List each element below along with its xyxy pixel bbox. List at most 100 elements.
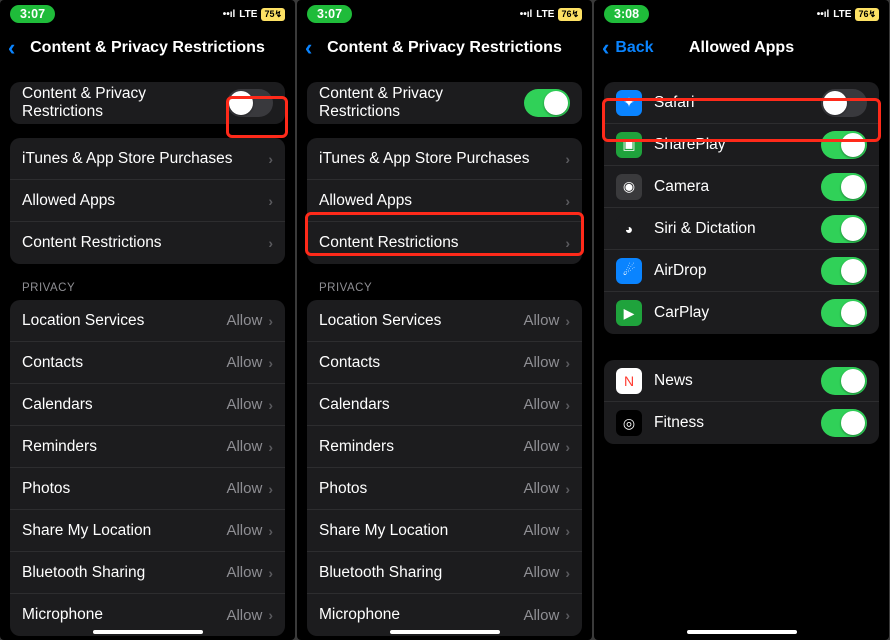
network-label: LTE (833, 9, 851, 20)
privacy-row-share-my-location[interactable]: Share My LocationAllow› (10, 510, 285, 552)
privacy-row-calendars[interactable]: CalendarsAllow › (307, 384, 582, 426)
nav-row-itunes-app-store-purchases[interactable]: iTunes & App Store Purchases› (307, 138, 582, 180)
nav-row-content-restrictions[interactable]: Content Restrictions› (307, 222, 582, 264)
app-row-fitness[interactable]: ◎Fitness (604, 402, 879, 444)
row-label: CarPlay (654, 304, 821, 322)
row-label: Content & Privacy Restrictions (22, 85, 227, 121)
privacy-row-contacts[interactable]: ContactsAllow› (10, 342, 285, 384)
row-label: SharePlay (654, 136, 821, 154)
fitness-switch[interactable] (821, 409, 867, 437)
home-indicator[interactable] (687, 630, 797, 634)
privacy-row-location-services[interactable]: Location ServicesAllow› (10, 300, 285, 342)
content-privacy-toggle-row[interactable]: Content & Privacy Restrictions (307, 82, 582, 124)
nav-row-itunes-app-store-purchases[interactable]: iTunes & App Store Purchases› (10, 138, 285, 180)
signal-icon: ••ıl (520, 9, 533, 20)
row-label: Fitness (654, 414, 821, 432)
safari-switch[interactable] (821, 89, 867, 117)
row-label: Microphone (22, 606, 226, 624)
status-indicators: ••ıl LTE 76↯ (817, 8, 879, 21)
nav-bar: ‹Back Allowed Apps (594, 28, 889, 68)
battery-icon: 76↯ (855, 8, 879, 21)
row-label: Siri & Dictation (654, 220, 821, 238)
safari-icon: ✦ (616, 90, 642, 116)
back-chevron-icon[interactable]: ‹ (305, 35, 312, 61)
privacy-row-bluetooth-sharing[interactable]: Bluetooth SharingAllow› (307, 552, 582, 594)
chevron-right-icon: › (565, 151, 570, 167)
privacy-row-contacts[interactable]: ContactsAllow› (307, 342, 582, 384)
siri-dictation-switch[interactable] (821, 215, 867, 243)
chevron-right-icon: › (565, 397, 570, 413)
row-value: Allow (523, 396, 559, 413)
row-label: Bluetooth Sharing (22, 564, 226, 582)
content-privacy-toggle-row[interactable]: Content & Privacy Restrictions (10, 82, 285, 124)
carplay-icon: ▶ (616, 300, 642, 326)
nav-row-content-restrictions[interactable]: Content Restrictions› (10, 222, 285, 264)
battery-icon: 75↯ (261, 8, 285, 21)
content-privacy-switch[interactable] (227, 89, 273, 117)
chevron-right-icon: › (565, 481, 570, 497)
row-label: Content Restrictions (319, 234, 565, 252)
airdrop-switch[interactable] (821, 257, 867, 285)
screenshot-right: 3:08 ••ıl LTE 76↯ ‹Back Allowed Apps ✦Sa… (594, 0, 889, 640)
privacy-header: PRIVACY (22, 282, 295, 294)
row-label: Safari (654, 94, 821, 112)
privacy-row-photos[interactable]: PhotosAllow› (307, 468, 582, 510)
privacy-row-reminders[interactable]: RemindersAllow› (10, 426, 285, 468)
chevron-right-icon: › (268, 565, 273, 581)
row-label: Microphone (319, 606, 523, 624)
app-row-camera[interactable]: ◉Camera (604, 166, 879, 208)
row-label: Allowed Apps (22, 192, 268, 210)
row-label: Contacts (319, 354, 523, 372)
chevron-right-icon: › (268, 235, 273, 251)
privacy-row-reminders[interactable]: RemindersAllow› (307, 426, 582, 468)
camera-switch[interactable] (821, 173, 867, 201)
row-label: Photos (22, 480, 226, 498)
chevron-right-icon: › (268, 607, 273, 623)
chevron-right-icon: › (268, 193, 273, 209)
content-privacy-switch[interactable] (524, 89, 570, 117)
status-bar: 3:07 ••ıl LTE 76↯ (297, 0, 592, 28)
row-label: AirDrop (654, 262, 821, 280)
app-row-safari[interactable]: ✦ Safari (604, 82, 879, 124)
row-label: Content & Privacy Restrictions (319, 85, 524, 121)
nav-row-allowed-apps[interactable]: Allowed Apps› (10, 180, 285, 222)
shareplay-switch[interactable] (821, 131, 867, 159)
row-label: News (654, 372, 821, 390)
privacy-header: PRIVACY (319, 282, 592, 294)
chevron-right-icon: › (565, 607, 570, 623)
privacy-row-photos[interactable]: PhotosAllow› (10, 468, 285, 510)
page-title: Content & Privacy Restrictions (30, 39, 265, 57)
privacy-row-share-my-location[interactable]: Share My LocationAllow› (307, 510, 582, 552)
chevron-right-icon: › (268, 313, 273, 329)
chevron-right-icon: › (565, 523, 570, 539)
chevron-right-icon: › (268, 397, 273, 413)
chevron-right-icon: › (268, 523, 273, 539)
app-row-shareplay[interactable]: ▣SharePlay (604, 124, 879, 166)
chevron-right-icon: › (268, 439, 273, 455)
back-chevron-icon[interactable]: ‹ (8, 35, 15, 61)
app-row-airdrop[interactable]: ☄AirDrop (604, 250, 879, 292)
privacy-row-calendars[interactable]: CalendarsAllow› (10, 384, 285, 426)
chevron-right-icon: › (565, 313, 570, 329)
row-label: Contacts (22, 354, 226, 372)
row-value: Allow (226, 396, 262, 413)
back-button[interactable]: ‹Back (602, 35, 654, 61)
app-row-carplay[interactable]: ▶ CarPlay (604, 292, 879, 334)
news-switch[interactable] (821, 367, 867, 395)
app-row-news[interactable]: NNews (604, 360, 879, 402)
page-title: Allowed Apps (689, 39, 794, 57)
row-label: Location Services (319, 312, 523, 330)
home-indicator[interactable] (93, 630, 203, 634)
carplay-switch[interactable] (821, 299, 867, 327)
app-row-siri-dictation[interactable]: ◕Siri & Dictation (604, 208, 879, 250)
privacy-row-location-services[interactable]: Location ServicesAllow› (307, 300, 582, 342)
row-label: Calendars (319, 396, 523, 414)
row-value: Allow (226, 480, 262, 497)
home-indicator[interactable] (390, 630, 500, 634)
signal-icon: ••ıl (817, 9, 830, 20)
row-label: Photos (319, 480, 523, 498)
privacy-row-bluetooth-sharing[interactable]: Bluetooth SharingAllow› (10, 552, 285, 594)
nav-row-allowed-apps[interactable]: Allowed Apps› (307, 180, 582, 222)
network-label: LTE (536, 9, 554, 20)
row-value: Allow (523, 564, 559, 581)
